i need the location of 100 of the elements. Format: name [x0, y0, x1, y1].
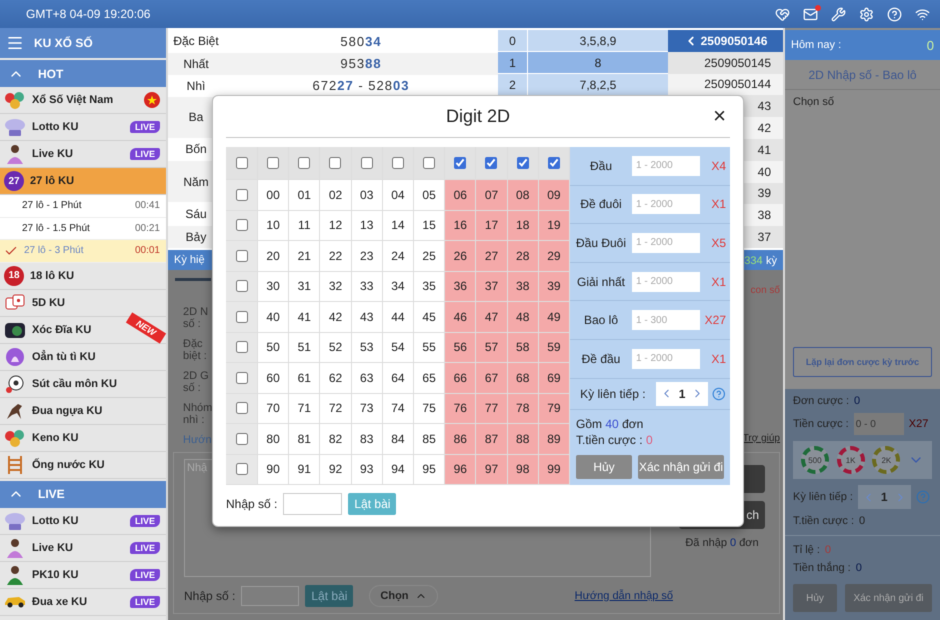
number-cell[interactable]: 59: [538, 332, 570, 363]
streak-stepper[interactable]: 1: [656, 382, 708, 406]
number-cell[interactable]: 73: [352, 394, 383, 424]
number-cell[interactable]: 58: [508, 332, 539, 363]
number-cell[interactable]: 06: [445, 180, 476, 210]
sidebar-item[interactable]: Sút cầu môn KU: [0, 370, 166, 398]
number-cell[interactable]: 02: [320, 180, 352, 210]
number-cell[interactable]: 89: [538, 424, 570, 454]
number-cell[interactable]: 18: [508, 210, 539, 241]
number-cell[interactable]: 57: [476, 332, 508, 363]
number-cell[interactable]: 47: [476, 302, 508, 332]
number-cell[interactable]: 50: [258, 332, 290, 363]
number-cell[interactable]: 99: [538, 454, 570, 485]
digit-row[interactable]: 0 3,5,8,9: [498, 30, 668, 52]
chip[interactable]: 2K: [872, 446, 900, 474]
choose-dropdown[interactable]: Chọn: [369, 585, 438, 607]
number-cell[interactable]: 93: [352, 454, 383, 485]
number-cell[interactable]: 46: [445, 302, 476, 332]
number-cell[interactable]: 14: [382, 210, 414, 241]
number-cell[interactable]: 44: [382, 302, 414, 332]
chip[interactable]: 1K: [836, 446, 865, 474]
amount-field[interactable]: 1 - 2000: [632, 348, 700, 369]
number-cell[interactable]: 94: [382, 454, 414, 485]
cancel-button[interactable]: Hủy: [576, 455, 632, 479]
number-cell[interactable]: 67: [476, 363, 508, 394]
number-cell[interactable]: 35: [414, 272, 446, 302]
number-cell[interactable]: 95: [414, 454, 446, 485]
confirm-button[interactable]: Xác nhận gửi đi: [638, 455, 724, 479]
amount-field[interactable]: 1 - 2000: [632, 272, 700, 292]
amount-field[interactable]: 1 - 2000: [632, 194, 700, 214]
number-cell[interactable]: 96: [445, 454, 476, 485]
number-cell[interactable]: 32: [320, 272, 352, 302]
sidebar-item[interactable]: Đua ngựa KU: [0, 398, 166, 424]
round-item[interactable]: 2509050144: [668, 74, 783, 96]
number-cell[interactable]: 08: [508, 180, 539, 210]
number-cell[interactable]: 11: [289, 210, 320, 241]
number-cell[interactable]: 49: [538, 302, 570, 332]
digit-row[interactable]: 1 8: [498, 52, 668, 74]
number-cell[interactable]: 21: [289, 241, 320, 272]
number-cell[interactable]: 03: [352, 180, 383, 210]
number-cell[interactable]: 91: [289, 454, 320, 485]
number-cell[interactable]: 36: [445, 272, 476, 302]
number-cell[interactable]: 45: [414, 302, 446, 332]
section-header[interactable]: LIVE: [0, 480, 166, 508]
number-cell[interactable]: 07: [476, 180, 508, 210]
number-cell[interactable]: 87: [476, 424, 508, 454]
chip[interactable]: 500: [800, 446, 829, 474]
number-cell[interactable]: 34: [382, 272, 414, 302]
sub-item[interactable]: 27 lô - 1.5 Phút 00:21: [0, 218, 166, 240]
number-cell[interactable]: 30: [258, 272, 290, 302]
number-cell[interactable]: 90: [258, 454, 290, 485]
number-cell[interactable]: 69: [538, 363, 570, 394]
number-cell[interactable]: 40: [258, 302, 290, 332]
number-cell[interactable]: 64: [382, 363, 414, 394]
number-cell[interactable]: 15: [414, 210, 446, 241]
number-cell[interactable]: 54: [382, 332, 414, 363]
round-item[interactable]: 2509050145: [668, 52, 783, 74]
number-cell[interactable]: 79: [538, 394, 570, 424]
amount-field[interactable]: 1 - 2000: [632, 156, 700, 176]
number-cell[interactable]: 77: [476, 394, 508, 424]
number-cell[interactable]: 05: [414, 180, 446, 210]
stake-field[interactable]: 0 - 0: [854, 413, 904, 435]
number-cell[interactable]: 29: [538, 241, 570, 272]
number-cell[interactable]: 78: [508, 394, 539, 424]
number-cell[interactable]: 42: [320, 302, 352, 332]
number-cell[interactable]: 88: [508, 424, 539, 454]
number-cell[interactable]: 12: [320, 210, 352, 241]
number-cell[interactable]: 65: [414, 363, 446, 394]
number-cell[interactable]: 55: [414, 332, 446, 363]
amount-field[interactable]: 1 - 2000: [632, 232, 700, 253]
number-cell[interactable]: 70: [258, 394, 290, 424]
number-cell[interactable]: 27: [476, 241, 508, 272]
sidebar-item[interactable]: 18 18 lô KU: [0, 262, 166, 290]
number-cell[interactable]: 23: [352, 241, 383, 272]
number-cell[interactable]: 61: [289, 363, 320, 394]
number-cell[interactable]: 51: [289, 332, 320, 363]
number-cell[interactable]: 25: [414, 241, 446, 272]
sidebar-item[interactable]: Lotto KU LIVE: [0, 508, 166, 534]
number-cell[interactable]: 72: [320, 394, 352, 424]
number-cell[interactable]: 63: [352, 363, 383, 394]
number-cell[interactable]: 53: [352, 332, 383, 363]
number-cell[interactable]: 33: [352, 272, 383, 302]
number-cell[interactable]: 38: [508, 272, 539, 302]
number-cell[interactable]: 10: [258, 210, 290, 241]
close-button[interactable]: ×: [709, 105, 730, 127]
sidebar-item[interactable]: Đua xe KU LIVE: [0, 588, 166, 616]
number-cell[interactable]: 48: [508, 302, 539, 332]
number-cell[interactable]: 82: [320, 424, 352, 454]
section-header[interactable]: HOT: [0, 60, 166, 87]
sidebar-item[interactable]: 27 27 lô KU: [0, 168, 166, 195]
number-cell[interactable]: 16: [445, 210, 476, 241]
number-cell[interactable]: 62: [320, 363, 352, 394]
number-cell[interactable]: 80: [258, 424, 290, 454]
sidebar-item[interactable]: Oẳn tù tì KU: [0, 344, 166, 370]
number-cell[interactable]: 17: [476, 210, 508, 241]
number-cell[interactable]: 68: [508, 363, 539, 394]
number-cell[interactable]: 31: [289, 272, 320, 302]
number-cell[interactable]: 19: [538, 210, 570, 241]
number-cell[interactable]: 84: [382, 424, 414, 454]
number-cell[interactable]: 09: [538, 180, 570, 210]
